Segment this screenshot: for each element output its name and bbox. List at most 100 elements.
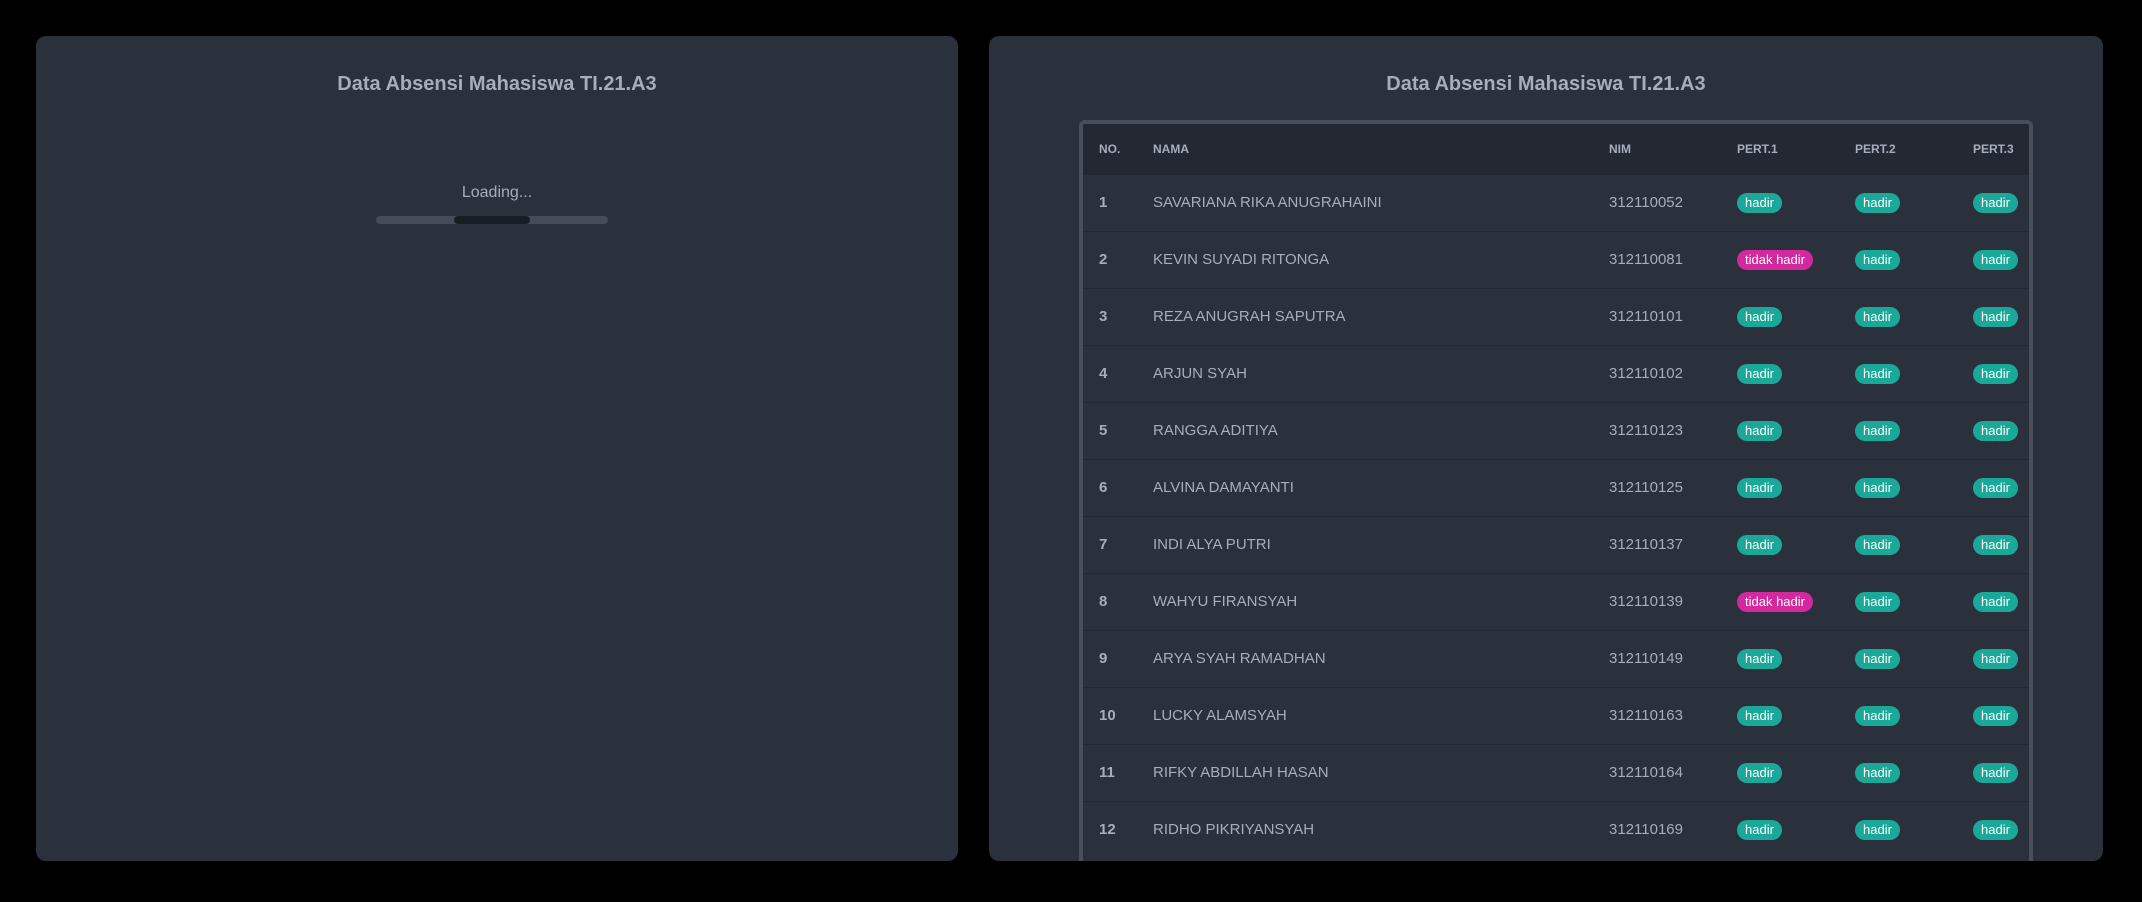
- table-header-row: NO. NAMA NIM PERT.1 PERT.2 PERT.3: [1083, 124, 2029, 174]
- status-badge: hadir: [1737, 819, 1782, 840]
- table-row: 12 RIDHO PIKRIYANSYAH 312110169 hadir hadir h…: [1083, 801, 2029, 858]
- cell-no: 11: [1099, 764, 1115, 781]
- cell-pert3: hadir: [1973, 687, 2029, 744]
- cell-pert3: hadir: [1973, 801, 2029, 858]
- table-row: 11 RIFKY ABDILLAH HASAN 312110164 hadir hadi…: [1083, 744, 2029, 801]
- status-badge: hadir: [1737, 192, 1782, 213]
- cell-nim: 312110123: [1609, 422, 1683, 439]
- cell-pert2: hadir: [1855, 345, 1973, 402]
- cell-pert3: hadir: [1973, 573, 2029, 630]
- status-badge: hadir: [1973, 648, 2018, 669]
- cell-no: 3: [1099, 308, 1108, 325]
- page-title: Data Absensi Mahasiswa TI.21.A3: [337, 73, 657, 95]
- table-body: 1 SAVARIANA RIKA ANUGRAHAINI 312110052 hadi…: [1083, 174, 2029, 858]
- cell-pert3: hadir: [1973, 630, 2029, 687]
- cell-pert1: hadir: [1737, 345, 1855, 402]
- status-badge: hadir: [1855, 477, 1900, 498]
- status-badge: hadir: [1737, 420, 1782, 441]
- cell-pert2: hadir: [1855, 744, 1973, 801]
- loading-progress-bar: [376, 216, 608, 224]
- cell-nama: INDI ALYA PUTRI: [1153, 536, 1271, 553]
- cell-pert1: hadir: [1737, 801, 1855, 858]
- cell-nim: 312110164: [1609, 764, 1683, 781]
- status-badge: hadir: [1973, 591, 2018, 612]
- cell-nim: 312110081: [1609, 251, 1683, 268]
- cell-pert2: hadir: [1855, 459, 1973, 516]
- status-badge: hadir: [1737, 363, 1782, 384]
- cell-pert2: hadir: [1855, 231, 1973, 288]
- cell-no: 5: [1099, 422, 1108, 439]
- cell-no: 6: [1099, 479, 1108, 496]
- cell-nim: 312110137: [1609, 536, 1683, 553]
- cell-no: 7: [1099, 536, 1108, 553]
- status-badge: hadir: [1973, 762, 2018, 783]
- status-badge: hadir: [1737, 762, 1782, 783]
- cell-pert1: hadir: [1737, 630, 1855, 687]
- table-row: 9 ARYA SYAH RAMADHAN 312110149 hadir hadir ha…: [1083, 630, 2029, 687]
- column-header-nama: NAMA: [1153, 141, 1189, 156]
- cell-pert2: hadir: [1855, 288, 1973, 345]
- cell-nama: KEVIN SUYADI RITONGA: [1153, 251, 1330, 268]
- cell-pert1: hadir: [1737, 687, 1855, 744]
- cell-pert2: hadir: [1855, 687, 1973, 744]
- status-badge: hadir: [1737, 648, 1782, 669]
- cell-pert2: hadir: [1855, 630, 1973, 687]
- cell-pert3: hadir: [1973, 345, 2029, 402]
- status-badge: tidak hadir: [1737, 591, 1813, 612]
- status-badge: hadir: [1855, 363, 1900, 384]
- status-badge: hadir: [1973, 363, 2018, 384]
- status-badge: hadir: [1855, 762, 1900, 783]
- cell-pert1: hadir: [1737, 516, 1855, 573]
- cell-nim: 312110149: [1609, 650, 1683, 667]
- cell-pert2: hadir: [1855, 402, 1973, 459]
- table-row: 1 SAVARIANA RIKA ANUGRAHAINI 312110052 hadi…: [1083, 174, 2029, 231]
- table-row: 5 RANGGA ADITIYA 312110123 hadir hadir hadir: [1083, 402, 2029, 459]
- cell-pert2: hadir: [1855, 801, 1973, 858]
- cell-no: 10: [1099, 707, 1116, 724]
- cell-no: 1: [1099, 194, 1108, 211]
- cell-no: 2: [1099, 251, 1108, 268]
- status-badge: hadir: [1973, 534, 2018, 555]
- status-badge: hadir: [1973, 192, 2018, 213]
- cell-nim: 312110102: [1609, 365, 1683, 382]
- attendance-table-container[interactable]: NO. NAMA NIM PERT.1 PERT.2 PERT.3 1 SAVAR…: [1079, 120, 2033, 861]
- cell-pert2: hadir: [1855, 516, 1973, 573]
- cell-nama: RIFKY ABDILLAH HASAN: [1153, 764, 1329, 781]
- status-badge: hadir: [1855, 306, 1900, 327]
- status-badge: hadir: [1973, 420, 2018, 441]
- cell-pert3: hadir: [1973, 288, 2029, 345]
- cell-nama: ALVINA DAMAYANTI: [1153, 479, 1294, 496]
- status-badge: hadir: [1973, 705, 2018, 726]
- cell-nama: ARYA SYAH RAMADHAN: [1153, 650, 1326, 667]
- column-header-pert1: PERT.1: [1737, 141, 1778, 156]
- cell-pert1: hadir: [1737, 744, 1855, 801]
- cell-pert2: hadir: [1855, 573, 1973, 630]
- column-header-pert3: PERT.3: [1973, 141, 2014, 156]
- cell-nama: WAHYU FIRANSYAH: [1153, 593, 1298, 610]
- cell-pert1: hadir: [1737, 402, 1855, 459]
- cell-nama: RIDHO PIKRIYANSYAH: [1153, 821, 1315, 839]
- cell-nim: 312110052: [1609, 194, 1683, 211]
- cell-pert3: hadir: [1973, 744, 2029, 801]
- table-row: 3 REZA ANUGRAH SAPUTRA 312110101 hadir hadir…: [1083, 288, 2029, 345]
- cell-nama: RANGGA ADITIYA: [1153, 422, 1278, 439]
- cell-pert1: hadir: [1737, 174, 1855, 231]
- cell-nim: 312110101: [1609, 308, 1683, 325]
- cell-pert1: tidak hadir: [1737, 231, 1855, 288]
- table-row: 2 KEVIN SUYADI RITONGA 312110081 tidak hadi…: [1083, 231, 2029, 288]
- status-badge: hadir: [1855, 534, 1900, 555]
- status-badge: hadir: [1973, 306, 2018, 327]
- cell-nim: 312110139: [1609, 593, 1683, 610]
- status-badge: hadir: [1855, 192, 1900, 213]
- table-row: 6 ALVINA DAMAYANTI 312110125 hadir hadir hadi…: [1083, 459, 2029, 516]
- status-badge: hadir: [1737, 534, 1782, 555]
- cell-no: 8: [1099, 593, 1108, 610]
- cell-nim: 312110169: [1609, 821, 1683, 839]
- cell-nama: REZA ANUGRAH SAPUTRA: [1153, 308, 1346, 325]
- attendance-panel: Data Absensi Mahasiswa TI.21.A3 NO. NAMA…: [989, 36, 2103, 861]
- status-badge: hadir: [1973, 477, 2018, 498]
- loading-panel: Data Absensi Mahasiswa TI.21.A3 Loading.…: [36, 36, 958, 861]
- table-row: 7 INDI ALYA PUTRI 312110137 hadir hadir hadir: [1083, 516, 2029, 573]
- status-badge: hadir: [1855, 591, 1900, 612]
- cell-nama: SAVARIANA RIKA ANUGRAHAINI: [1153, 194, 1382, 211]
